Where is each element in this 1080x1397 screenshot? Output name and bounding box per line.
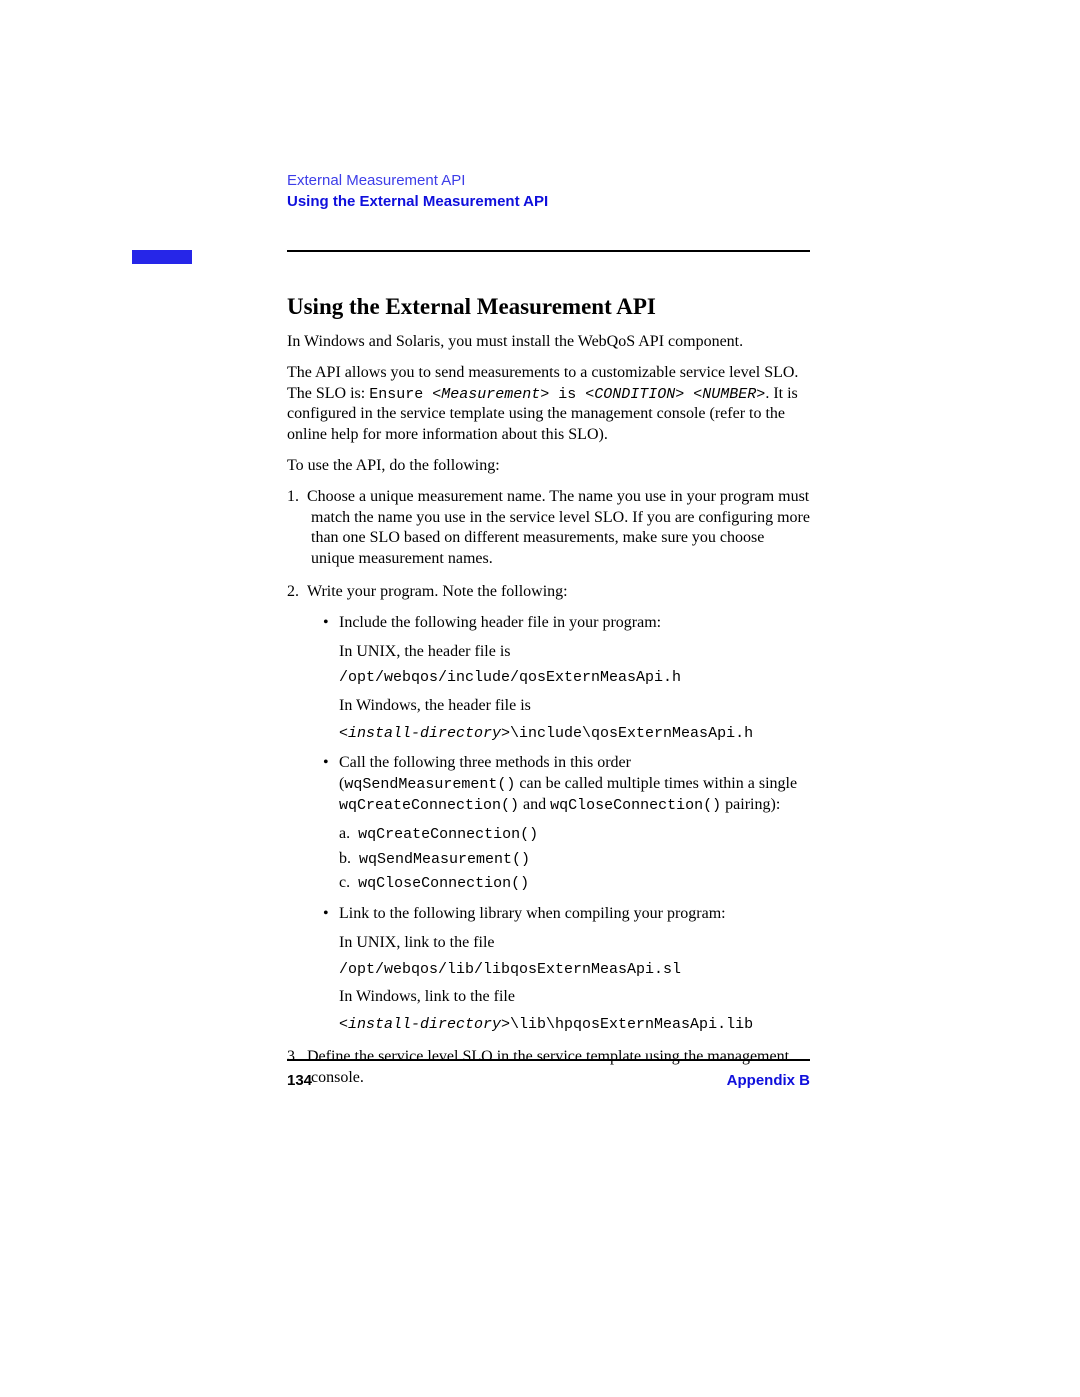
footer: 134 Appendix B [287,1072,810,1089]
b1-win-pathline: <install-directory>\include\qosExternMea… [339,723,810,744]
divider-bottom [287,1059,810,1061]
para2-code3: is [549,386,585,403]
b3-unix-block: In UNIX, link to the file /opt/webqos/li… [339,933,810,979]
b3-unix-label: In UNIX, link to the file [339,934,495,951]
ordered-list: 1. Choose a unique measurement name. The… [287,487,810,1089]
li2-text: Write your program. Note the following: [307,583,568,600]
alpha-c: c. wqCloseConnection() [339,873,810,894]
b2-a-code: wqCreateConnection() [358,826,538,843]
alpha-list: a. wqCreateConnection() b. wqSendMeasure… [339,824,810,894]
paragraph-3: To use the API, do the following: [287,456,810,477]
paragraph-1: In Windows and Solaris, you must install… [287,332,810,353]
b2-code3: wqCloseConnection() [550,797,721,814]
b3-win-pathline: <install-directory>\lib\hpqosExternMeasA… [339,1014,810,1035]
b1-unix-block: In UNIX, the header file is /opt/webqos/… [339,642,810,688]
breadcrumb-page: Using the External Measurement API [287,193,810,210]
b3-win-block: In Windows, link to the file <install-di… [339,987,810,1035]
b1-text: Include the following header file in you… [339,614,661,631]
appendix-label: Appendix B [727,1072,810,1089]
b2-code1: wqSendMeasurement() [344,776,515,793]
b1-unix-path: /opt/webqos/include/qosExternMeasApi.h [339,668,810,688]
list-item-1: 1. Choose a unique measurement name. The… [287,487,810,570]
b1-win-path1: <install-directory> [339,725,510,742]
page-content: External Measurement API Using the Exter… [287,172,810,1101]
alpha-a: a. wqCreateConnection() [339,824,810,845]
bullet-3: Link to the following library when compi… [317,904,810,1035]
b2-mid2: and [519,796,550,813]
b2-post: pairing): [721,796,780,813]
list-item-2: 2. Write your program. Note the followin… [287,582,810,1035]
alpha-b: b. wqSendMeasurement() [339,849,810,870]
para2-code1: Ensure [369,386,432,403]
b3-win-path2: \lib\hpqosExternMeasApi.lib [510,1016,753,1033]
b3-text: Link to the following library when compi… [339,905,726,922]
bullet-1: Include the following header file in you… [317,613,810,744]
b1-win-path2: \include\qosExternMeasApi.h [510,725,753,742]
bullet-list: Include the following header file in you… [311,613,810,1035]
paragraph-2: The API allows you to send measurements … [287,363,810,446]
b2-b-code: wqSendMeasurement() [359,851,530,868]
b1-win-block: In Windows, the header file is <install-… [339,696,810,744]
b3-win-label: In Windows, link to the file [339,988,515,1005]
li1-text: Choose a unique measurement name. The na… [307,488,810,567]
main-heading: Using the External Measurement API [287,294,810,320]
b2-code2: wqCreateConnection() [339,797,519,814]
accent-bar [132,250,192,264]
bullet-2: Call the following three methods in this… [317,753,810,894]
b1-win-label: In Windows, the header file is [339,697,531,714]
b2-mid1: can be called multiple times within a si… [515,775,797,792]
para2-code2: <Measurement> [432,386,549,403]
para2-code4: <CONDITION> <NUMBER> [585,386,765,403]
page-number: 134 [287,1072,312,1089]
breadcrumb-section: External Measurement API [287,172,810,189]
b3-unix-path: /opt/webqos/lib/libqosExternMeasApi.sl [339,960,810,980]
b3-win-path1: <install-directory> [339,1016,510,1033]
b1-unix-label: In UNIX, the header file is [339,643,511,660]
b2-c-code: wqCloseConnection() [358,875,529,892]
